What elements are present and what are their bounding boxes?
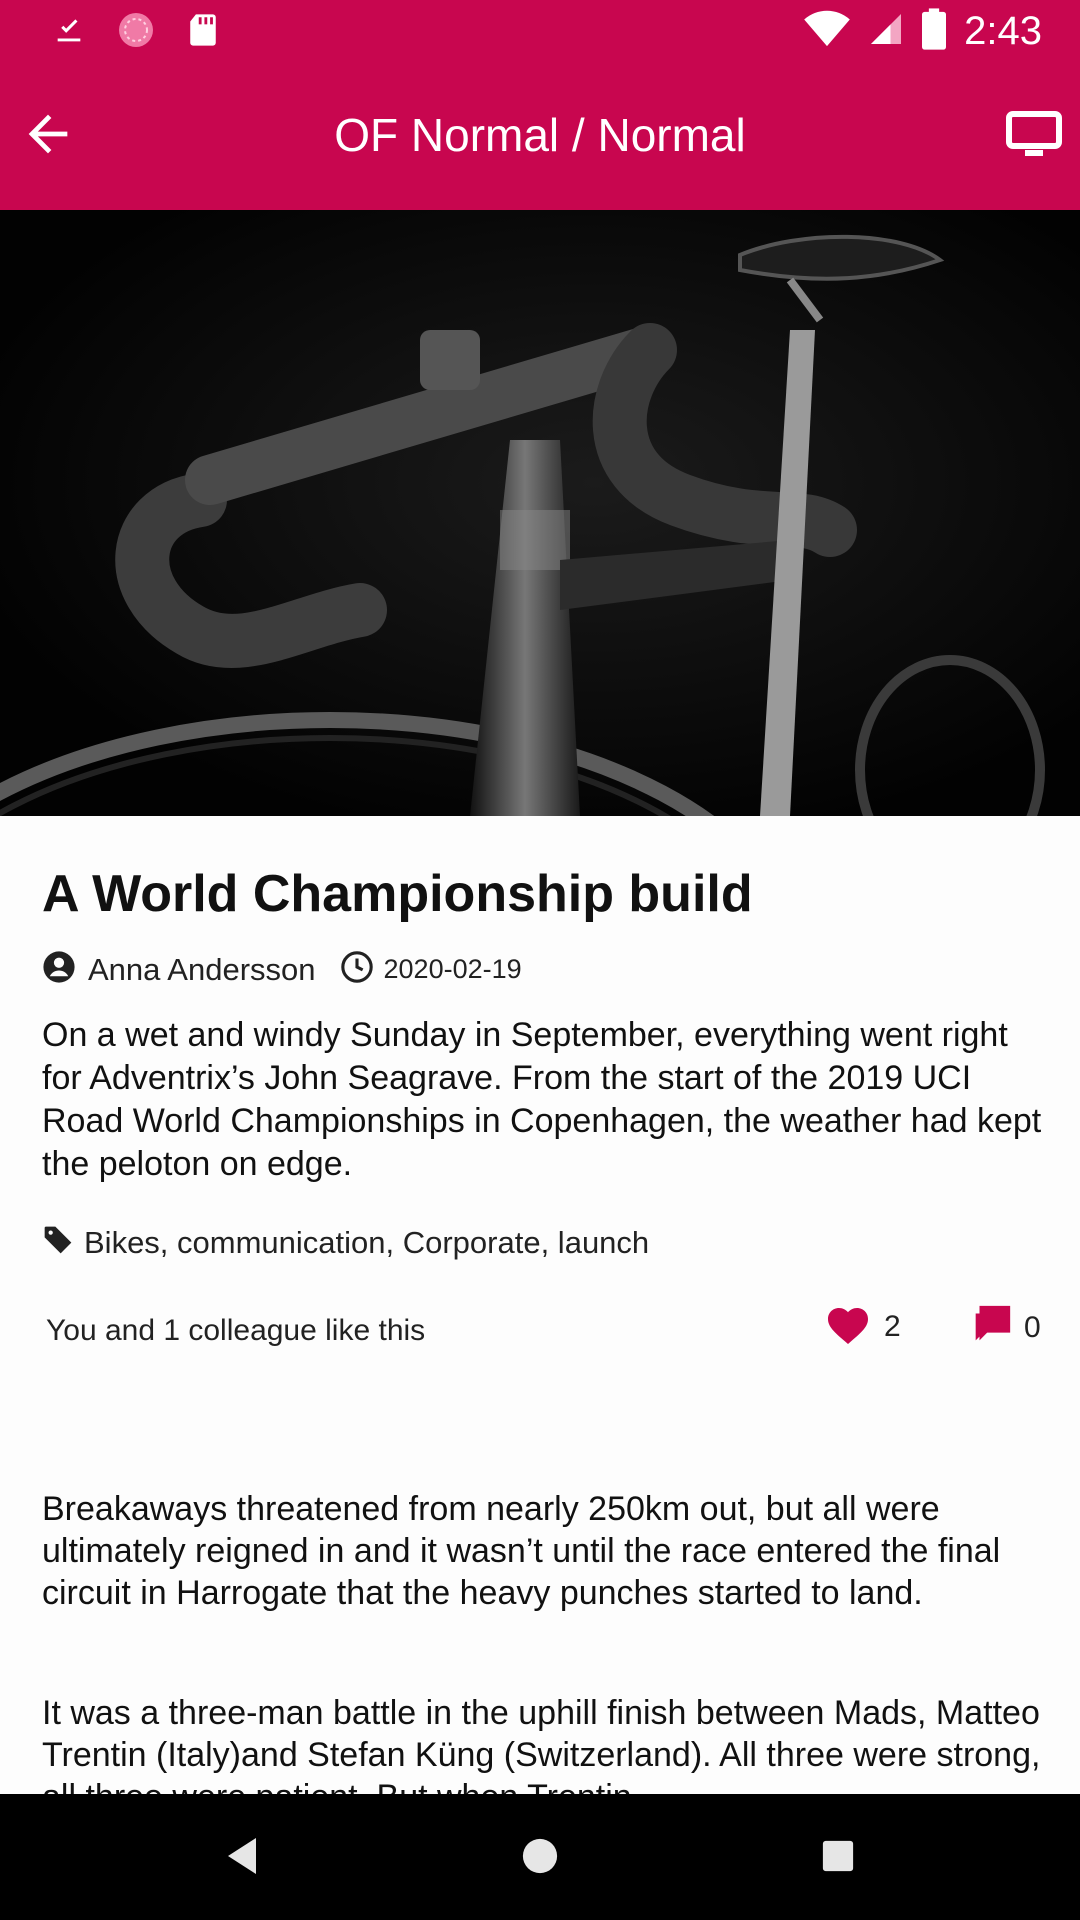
person-icon [42, 950, 76, 989]
nav-recents-button[interactable] [808, 1830, 868, 1886]
comment-button[interactable]: 0 [968, 1302, 1041, 1353]
bicycle-photo [0, 210, 1080, 816]
battery-icon [922, 8, 947, 55]
nav-back-button[interactable] [212, 1830, 272, 1886]
status-time: 2:43 [964, 9, 1042, 53]
nav-back-icon [224, 1836, 260, 1881]
hero-image [0, 210, 1080, 816]
tv-icon [1005, 110, 1063, 163]
tag-icon [42, 1224, 74, 1261]
author-name: Anna Andersson [88, 951, 316, 987]
status-system-icons: 2:43 [804, 8, 1042, 55]
comment-count: 0 [1024, 1310, 1041, 1344]
nav-recents-icon [821, 1839, 855, 1878]
app-bar: OF Normal / Normal [0, 64, 1080, 210]
sd-card-icon [186, 11, 220, 54]
nav-home-icon [521, 1837, 559, 1880]
cast-button[interactable] [1004, 108, 1064, 164]
system-nav-bar [0, 1794, 1080, 1920]
like-count: 2 [884, 1309, 901, 1343]
status-bar: 2:43 [0, 0, 1080, 64]
wifi-icon [804, 10, 850, 53]
heart-icon [824, 1302, 872, 1351]
clock-icon [340, 950, 374, 989]
article-meta: Anna Andersson 2020-02-19 [42, 950, 522, 989]
signal-icon [868, 11, 904, 52]
reactions-row: You and 1 colleague like this 2 0 [46, 1302, 1044, 1362]
date-group: 2020-02-19 [340, 950, 522, 989]
article-title: A World Championship build [42, 865, 753, 923]
sync-icon [116, 10, 156, 55]
likes-summary[interactable]: You and 1 colleague like this [46, 1314, 425, 1348]
nav-home-button[interactable] [510, 1830, 570, 1886]
body-paragraph: Breakaways threatened from nearly 250km … [42, 1490, 1001, 1612]
tags-list[interactable]: Bikes, communication, Corporate, launch [84, 1225, 649, 1261]
status-notification-icons [52, 10, 220, 55]
download-done-icon [52, 13, 86, 52]
page-title: OF Normal / Normal [334, 109, 746, 161]
article-lead: On a wet and windy Sunday in September, … [42, 1016, 1042, 1183]
publish-date: 2020-02-19 [383, 954, 522, 984]
comment-icon [968, 1302, 1014, 1353]
like-button[interactable]: 2 [824, 1302, 901, 1351]
article-tags: Bikes, communication, Corporate, launch [42, 1224, 649, 1261]
